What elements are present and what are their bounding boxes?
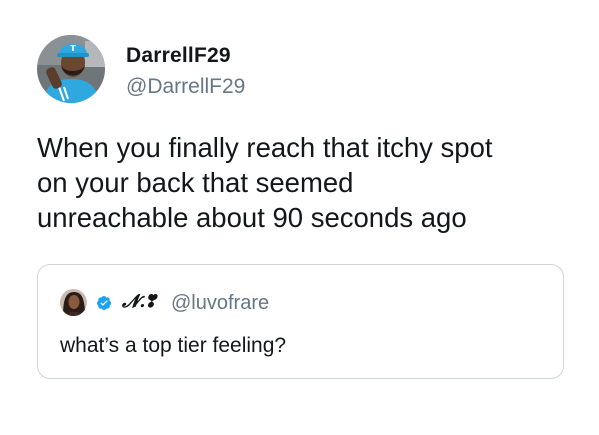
tweet-text: When you finally reach that itchy spot o… [37,130,577,235]
tweet-card: T DarrellF29 @DarrellF29 When you finall… [0,0,599,435]
quote-text: what’s a top tier feeling? [60,334,287,357]
author-handle[interactable]: @DarrellF29 [126,75,245,99]
quote-author-avatar-image [60,289,87,316]
tweet-text-line: on your back that seemed [37,167,354,198]
verified-badge-icon [96,296,111,310]
author-avatar[interactable]: T [37,35,105,103]
quote-author-display-name[interactable]: 𝓝.❣ [122,290,155,314]
quote-author-avatar[interactable] [60,289,87,316]
author-display-name[interactable]: DarrellF29 [126,44,245,68]
author-avatar-image: T [37,35,105,103]
author-block: DarrellF29 @DarrellF29 [126,44,245,99]
quote-author-handle[interactable]: @luvofrare [171,291,269,315]
tweet-text-line: When you finally reach that itchy spot [37,132,493,163]
quoted-tweet[interactable]: 𝓝.❣ @luvofrare what’s a top tier feeling… [37,264,564,379]
svg-text:T: T [70,44,76,53]
tweet-text-line: unreachable about 90 seconds ago [37,202,467,233]
